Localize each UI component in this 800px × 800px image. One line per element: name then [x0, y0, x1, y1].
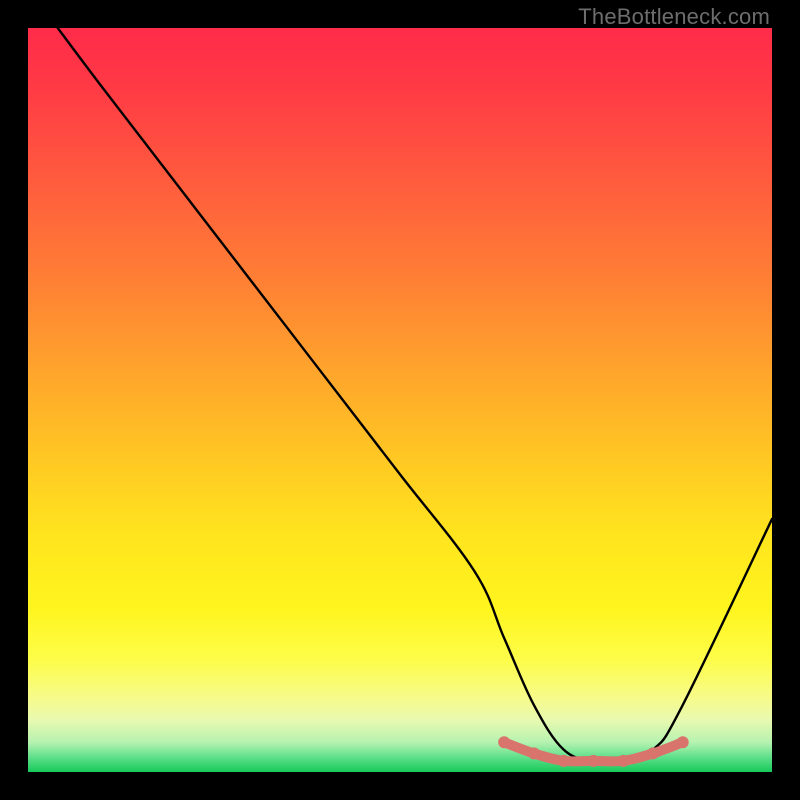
- chart-frame: TheBottleneck.com: [0, 0, 800, 800]
- highlight-dot: [498, 736, 510, 748]
- curve-svg: [28, 28, 772, 772]
- watermark-text: TheBottleneck.com: [578, 4, 770, 30]
- highlight-dot: [647, 747, 659, 759]
- highlight-dot: [677, 736, 689, 748]
- optimal-range-highlight: [498, 736, 689, 767]
- highlight-dot: [617, 755, 629, 767]
- highlight-dot: [587, 755, 599, 767]
- highlight-dot: [528, 747, 540, 759]
- plot-area: [28, 28, 772, 772]
- bottleneck-curve-path: [58, 28, 772, 762]
- highlight-dot: [558, 755, 570, 767]
